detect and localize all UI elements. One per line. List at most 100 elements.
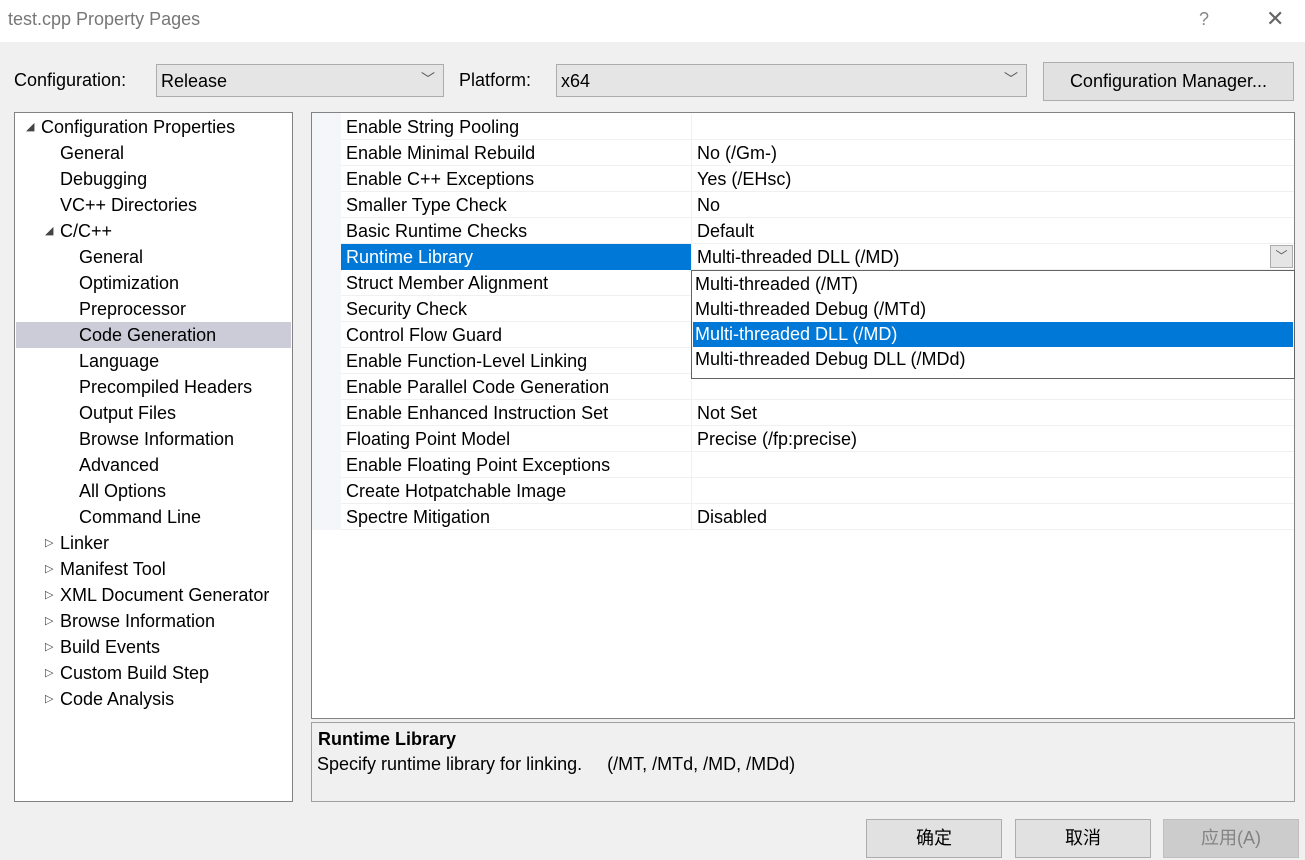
property-row[interactable]: Smaller Type Check No bbox=[341, 192, 1294, 218]
tree-item[interactable]: ◢ C/C++ bbox=[16, 218, 291, 244]
property-row[interactable]: Floating Point Model Precise (/fp:precise… bbox=[341, 426, 1294, 452]
configuration-label: Configuration: bbox=[14, 70, 127, 90]
tree-item-label: Manifest Tool bbox=[60, 559, 166, 579]
property-value[interactable] bbox=[693, 478, 697, 504]
tree-item[interactable]: Output Files bbox=[16, 400, 291, 426]
property-row[interactable]: Create Hotpatchable Image bbox=[341, 478, 1294, 504]
description-text: Specify runtime library for linking. (/M… bbox=[317, 754, 796, 774]
tree-item-label: General bbox=[60, 143, 125, 163]
property-row[interactable]: Basic Runtime Checks Default bbox=[341, 218, 1294, 244]
ok-button[interactable]: 确定 bbox=[866, 819, 1002, 858]
tree-item[interactable]: General bbox=[16, 140, 291, 166]
tree-item-label: Build Events bbox=[60, 637, 161, 657]
property-value[interactable]: Not Set bbox=[693, 400, 757, 426]
platform-select[interactable]: x64 ﹀ bbox=[556, 64, 1027, 97]
tree-item[interactable]: ▷ Code Analysis bbox=[16, 686, 291, 712]
property-name: Control Flow Guard bbox=[341, 322, 692, 348]
tree-item[interactable]: Debugging bbox=[16, 166, 291, 192]
property-name: Create Hotpatchable Image bbox=[341, 478, 692, 504]
property-value[interactable] bbox=[693, 114, 697, 140]
tree-item[interactable]: General bbox=[16, 244, 291, 270]
apply-button: 应用(A) bbox=[1163, 819, 1299, 858]
window-title: test.cpp Property Pages bbox=[8, 9, 201, 29]
expand-arrow-icon[interactable]: ▷ bbox=[45, 582, 53, 608]
property-value[interactable]: No bbox=[693, 192, 720, 218]
property-value[interactable]: Multi-threaded DLL (/MD) bbox=[693, 244, 899, 270]
property-name: Basic Runtime Checks bbox=[341, 218, 692, 244]
property-value[interactable]: Default bbox=[693, 218, 754, 244]
property-row[interactable]: Enable String Pooling bbox=[341, 114, 1294, 140]
tree-item-label: Browse Information bbox=[79, 429, 235, 449]
property-name: Enable Minimal Rebuild bbox=[341, 140, 692, 166]
tree-item-label: Debugging bbox=[60, 169, 148, 189]
expand-arrow-icon[interactable]: ▷ bbox=[45, 634, 53, 660]
property-name: Smaller Type Check bbox=[341, 192, 692, 218]
platform-label: Platform: bbox=[459, 70, 532, 90]
collapse-arrow-icon[interactable]: ◢ bbox=[26, 114, 34, 140]
tree-item[interactable]: ▷ Build Events bbox=[16, 634, 291, 660]
property-value[interactable] bbox=[693, 452, 697, 478]
tree-item[interactable]: Language bbox=[16, 348, 291, 374]
help-icon[interactable]: ? bbox=[1199, 9, 1209, 30]
property-value[interactable]: No (/Gm-) bbox=[693, 140, 777, 166]
tree-item[interactable]: ▷ Manifest Tool bbox=[16, 556, 291, 582]
property-name: Enable Floating Point Exceptions bbox=[341, 452, 692, 478]
close-icon[interactable]: ✕ bbox=[1266, 6, 1284, 32]
property-row[interactable]: Spectre Mitigation Disabled bbox=[341, 504, 1294, 530]
runtime-library-dropdown-button[interactable]: ﹀ bbox=[1270, 245, 1293, 268]
property-row[interactable]: Enable Enhanced Instruction Set Not Set bbox=[341, 400, 1294, 426]
tree-item[interactable]: ▷ Linker bbox=[16, 530, 291, 556]
tree-item-label: Linker bbox=[60, 533, 110, 553]
tree-item[interactable]: ◢ Configuration Properties bbox=[16, 114, 291, 140]
property-value[interactable]: Disabled bbox=[693, 504, 767, 530]
tree-item-label: Code Generation bbox=[79, 325, 217, 345]
property-tree[interactable]: ◢ Configuration Properties General Debuggin… bbox=[14, 112, 293, 802]
tree-item[interactable]: VC++ Directories bbox=[16, 192, 291, 218]
expand-arrow-icon[interactable]: ▷ bbox=[45, 660, 53, 686]
tree-item[interactable]: Browse Information bbox=[16, 426, 291, 452]
expand-arrow-icon[interactable]: ▷ bbox=[45, 556, 53, 582]
property-name: Enable String Pooling bbox=[341, 114, 692, 140]
runtime-library-dropdown-list[interactable]: Multi-threaded (/MT) Multi-threaded Debug… bbox=[691, 270, 1295, 379]
tree-item[interactable]: ▷ Browse Information bbox=[16, 608, 291, 634]
property-row[interactable]: Enable C++ Exceptions Yes (/EHsc) bbox=[341, 166, 1294, 192]
tree-item-label: All Options bbox=[79, 481, 167, 501]
configuration-value: Release bbox=[161, 71, 228, 91]
tree-item[interactable]: All Options bbox=[16, 478, 291, 504]
tree-item[interactable]: ▷ XML Document Generator bbox=[16, 582, 291, 608]
tree-item[interactable]: Code Generation bbox=[16, 322, 291, 348]
expand-arrow-icon[interactable]: ▷ bbox=[45, 608, 53, 634]
configuration-select[interactable]: Release ﹀ bbox=[156, 64, 444, 97]
property-row[interactable]: Runtime Library Multi-threaded DLL (/MD) bbox=[341, 244, 1294, 270]
chevron-down-icon: ﹀ bbox=[1004, 71, 1018, 87]
expand-arrow-icon[interactable]: ▷ bbox=[45, 530, 53, 556]
property-name: Enable Parallel Code Generation bbox=[341, 374, 692, 400]
dropdown-option[interactable]: Multi-threaded DLL (/MD) bbox=[693, 322, 1293, 347]
tree-item-label: Configuration Properties bbox=[41, 117, 236, 137]
dropdown-option[interactable]: Multi-threaded Debug (/MTd) bbox=[693, 297, 1293, 322]
property-name: Spectre Mitigation bbox=[341, 504, 692, 530]
property-value[interactable]: Yes (/EHsc) bbox=[693, 166, 791, 192]
tree-item[interactable]: Command Line bbox=[16, 504, 291, 530]
tree-item-label: Precompiled Headers bbox=[79, 377, 253, 397]
tree-item-label: Browse Information bbox=[60, 611, 216, 631]
dropdown-option[interactable]: Multi-threaded (/MT) bbox=[693, 272, 1293, 297]
description-title: Runtime Library bbox=[318, 729, 457, 749]
collapse-arrow-icon[interactable]: ◢ bbox=[45, 218, 53, 244]
configuration-manager-button[interactable]: Configuration Manager... bbox=[1043, 62, 1294, 101]
property-name: Struct Member Alignment bbox=[341, 270, 692, 296]
tree-item[interactable]: Precompiled Headers bbox=[16, 374, 291, 400]
property-value[interactable]: Precise (/fp:precise) bbox=[693, 426, 857, 452]
tree-item-label: Custom Build Step bbox=[60, 663, 210, 683]
expand-arrow-icon[interactable]: ▷ bbox=[45, 686, 53, 712]
tree-item[interactable]: Preprocessor bbox=[16, 296, 291, 322]
property-grid[interactable]: Enable String Pooling Enable Minimal Rebu… bbox=[311, 112, 1295, 719]
tree-item-label: Preprocessor bbox=[79, 299, 187, 319]
dropdown-option[interactable]: Multi-threaded Debug DLL (/MDd) bbox=[693, 347, 1293, 372]
property-row[interactable]: Enable Minimal Rebuild No (/Gm-) bbox=[341, 140, 1294, 166]
tree-item[interactable]: Advanced bbox=[16, 452, 291, 478]
tree-item[interactable]: ▷ Custom Build Step bbox=[16, 660, 291, 686]
cancel-button[interactable]: 取消 bbox=[1015, 819, 1151, 858]
property-row[interactable]: Enable Floating Point Exceptions bbox=[341, 452, 1294, 478]
tree-item[interactable]: Optimization bbox=[16, 270, 291, 296]
